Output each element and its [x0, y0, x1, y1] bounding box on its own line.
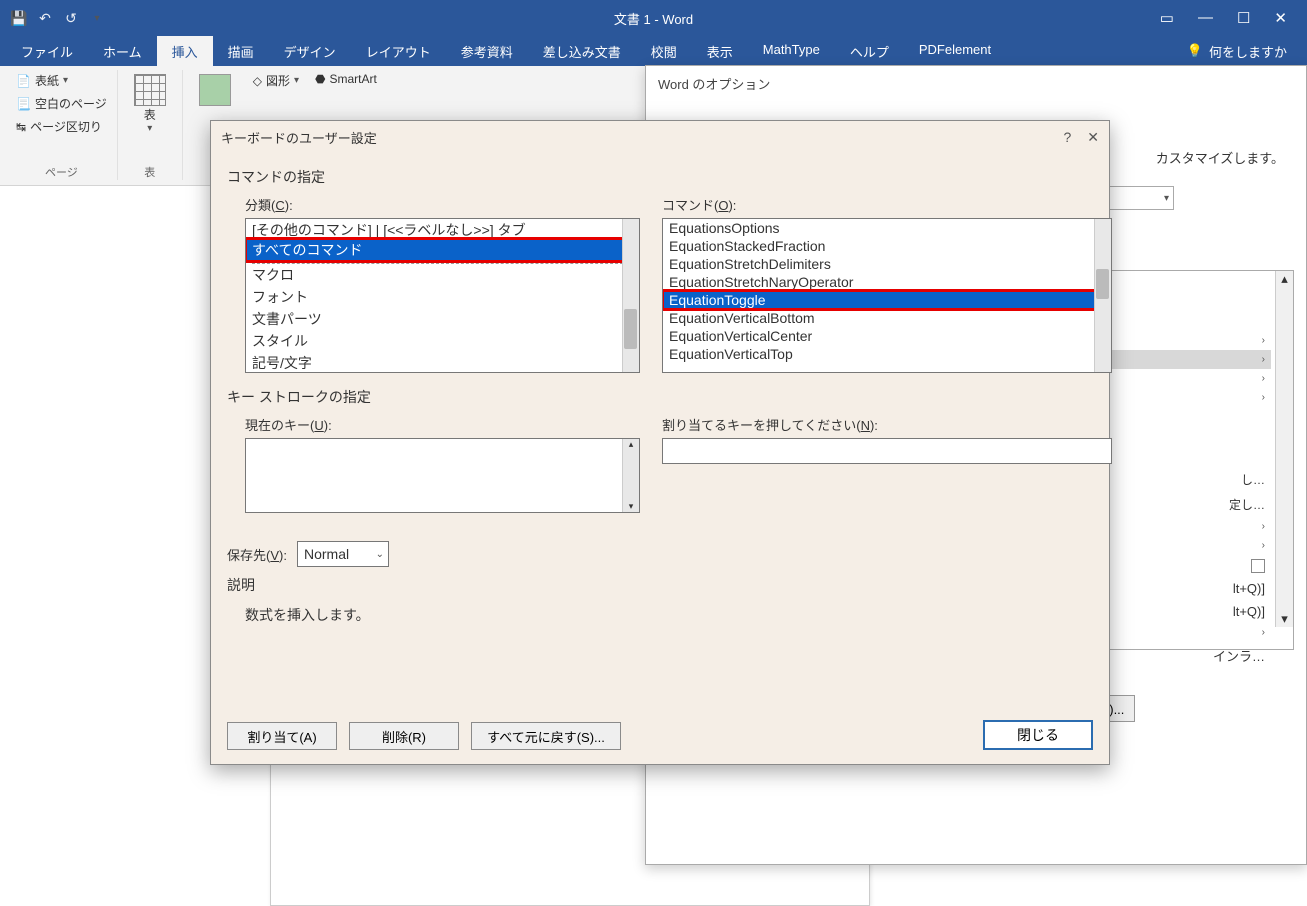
command-item[interactable]: EquationsOptions [663, 219, 1111, 237]
kbd-titlebar: キーボードのユーザー設定 ? ✕ [211, 121, 1109, 153]
save-target-label: 保存先(V): [227, 545, 287, 564]
pictures-button[interactable] [191, 70, 239, 110]
blank-page-button[interactable]: 📃空白のページ [14, 93, 109, 114]
undo-icon[interactable]: ↶ [36, 9, 54, 27]
document-title: 文書 1 - Word [614, 9, 693, 28]
keyboard-customize-dialog: キーボードのユーザー設定 ? ✕ コマンドの指定 分類(C): [その他のコマン… [210, 120, 1110, 765]
save-icon[interactable]: 💾 [10, 9, 28, 27]
tab-home[interactable]: ホーム [88, 36, 157, 66]
smartart-icon: ⬣ [315, 72, 325, 86]
search-icon: 💡 [1187, 43, 1203, 59]
command-item-selected[interactable]: EquationToggle [663, 291, 1111, 309]
pages-group-label: ページ [45, 164, 78, 180]
command-item[interactable]: EquationVerticalTop [663, 345, 1111, 363]
close-icon[interactable]: ✕ [1087, 129, 1099, 146]
current-keys-list[interactable]: ▴ ▾ [245, 438, 640, 513]
search-placeholder: 何をしますか [1209, 42, 1287, 61]
redo-icon[interactable]: ↺ [62, 9, 80, 27]
maximize-icon[interactable]: ☐ [1237, 9, 1250, 27]
command-item[interactable]: EquationVerticalCenter [663, 327, 1111, 345]
command-item[interactable]: EquationVerticalBottom [663, 309, 1111, 327]
window-controls: ▭ — ☐ ✕ [1160, 9, 1307, 27]
category-item[interactable]: 文書パーツ [246, 308, 639, 330]
category-item[interactable]: スタイル [246, 330, 639, 352]
category-scrollbar[interactable] [622, 219, 639, 372]
page-break-icon: ↹ [16, 120, 26, 134]
table-icon [134, 74, 166, 106]
page-break-button[interactable]: ↹ページ区切り [14, 116, 104, 137]
shapes-icon: ◇ [253, 74, 262, 88]
tab-design[interactable]: デザイン [269, 36, 351, 66]
blank-page-icon: 📃 [16, 97, 31, 111]
current-keys-scrollbar[interactable]: ▴ ▾ [622, 439, 639, 512]
tab-mathtype[interactable]: MathType [748, 36, 835, 66]
titlebar: 💾 ↶ ↺ ▾ 文書 1 - Word ▭ — ☐ ✕ [0, 0, 1307, 36]
command-label: コマンド(O): [662, 195, 1112, 214]
category-item[interactable]: マクロ [246, 264, 639, 286]
section-keystroke: キー ストロークの指定 [227, 387, 1093, 407]
reset-all-button[interactable]: すべて元に戻す(S)... [471, 722, 621, 750]
options-list-scrollbar[interactable]: ▴ ▾ [1275, 271, 1293, 627]
new-key-label: 割り当てるキーを押してください(N): [662, 415, 1112, 434]
tab-draw[interactable]: 描画 [213, 36, 269, 66]
kbd-title: キーボードのユーザー設定 [221, 128, 377, 147]
tab-file[interactable]: ファイル [6, 36, 88, 66]
description-text: 数式を挿入します。 [245, 605, 1093, 625]
command-item[interactable]: EquationStretchNaryOperator [663, 273, 1111, 291]
assign-button[interactable]: 割り当て(A) [227, 722, 337, 750]
table-button[interactable]: 表 ▾ [126, 70, 174, 138]
tab-insert[interactable]: 挿入 [157, 36, 213, 66]
cover-page-button[interactable]: 📄表紙▾ [14, 70, 70, 91]
description-label: 説明 [227, 575, 1093, 595]
command-scrollbar[interactable] [1094, 219, 1111, 372]
command-listbox[interactable]: EquationsOptions EquationStackedFraction… [662, 218, 1112, 373]
table-group: 表 ▾ 表 [118, 70, 183, 180]
new-key-input[interactable] [662, 438, 1112, 464]
delete-button[interactable]: 削除(R) [349, 722, 459, 750]
category-listbox[interactable]: [その他のコマンド] | [<<ラベルなし>>] タブ すべてのコマンド マクロ… [245, 218, 640, 373]
ribbon-display-icon[interactable]: ▭ [1160, 9, 1174, 27]
ribbon-tabs: ファイル ホーム 挿入 描画 デザイン レイアウト 参考資料 差し込み文書 校閲… [0, 36, 1307, 66]
tab-mailings[interactable]: 差し込み文書 [528, 36, 636, 66]
shapes-button[interactable]: ◇図形▾ [251, 70, 301, 91]
help-icon[interactable]: ? [1063, 129, 1071, 146]
close-icon[interactable]: ✕ [1274, 9, 1287, 27]
chevron-down-icon: ⌄ [376, 549, 384, 560]
qat-dropdown-icon[interactable]: ▾ [88, 9, 106, 27]
category-item[interactable]: フォント [246, 286, 639, 308]
tell-me-search[interactable]: 💡 何をしますか [1187, 36, 1307, 66]
tab-view[interactable]: 表示 [692, 36, 748, 66]
save-target-select[interactable]: Normal ⌄ [297, 541, 389, 567]
command-item[interactable]: EquationStretchDelimiters [663, 255, 1111, 273]
close-button[interactable]: 閉じる [983, 720, 1093, 750]
options-title: Word のオプション [646, 66, 1306, 101]
category-item[interactable]: 記号/文字 [246, 352, 639, 373]
customize-text: カスタマイズします。 [1156, 148, 1284, 167]
tab-layout[interactable]: レイアウト [351, 36, 446, 66]
quick-access-toolbar: 💾 ↶ ↺ ▾ [0, 9, 106, 27]
pages-group: 📄表紙▾ 📃空白のページ ↹ページ区切り ページ [6, 70, 118, 180]
minimize-icon[interactable]: — [1198, 9, 1213, 27]
pictures-icon [199, 74, 231, 106]
tab-pdfelement[interactable]: PDFelement [904, 36, 1006, 66]
category-item-selected[interactable]: すべてのコマンド [246, 239, 639, 261]
tab-help[interactable]: ヘルプ [835, 36, 904, 66]
current-keys-label: 現在のキー(U): [245, 415, 640, 434]
command-item[interactable]: EquationStackedFraction [663, 237, 1111, 255]
cover-page-icon: 📄 [16, 74, 31, 88]
tab-review[interactable]: 校閲 [636, 36, 692, 66]
tab-references[interactable]: 参考資料 [446, 36, 528, 66]
table-group-label: 表 [144, 164, 155, 180]
category-label: 分類(C): [245, 195, 640, 214]
category-item[interactable]: [その他のコマンド] | [<<ラベルなし>>] タブ [246, 219, 639, 241]
section-command: コマンドの指定 [227, 167, 1093, 187]
smartart-button[interactable]: ⬣SmartArt [313, 70, 379, 88]
